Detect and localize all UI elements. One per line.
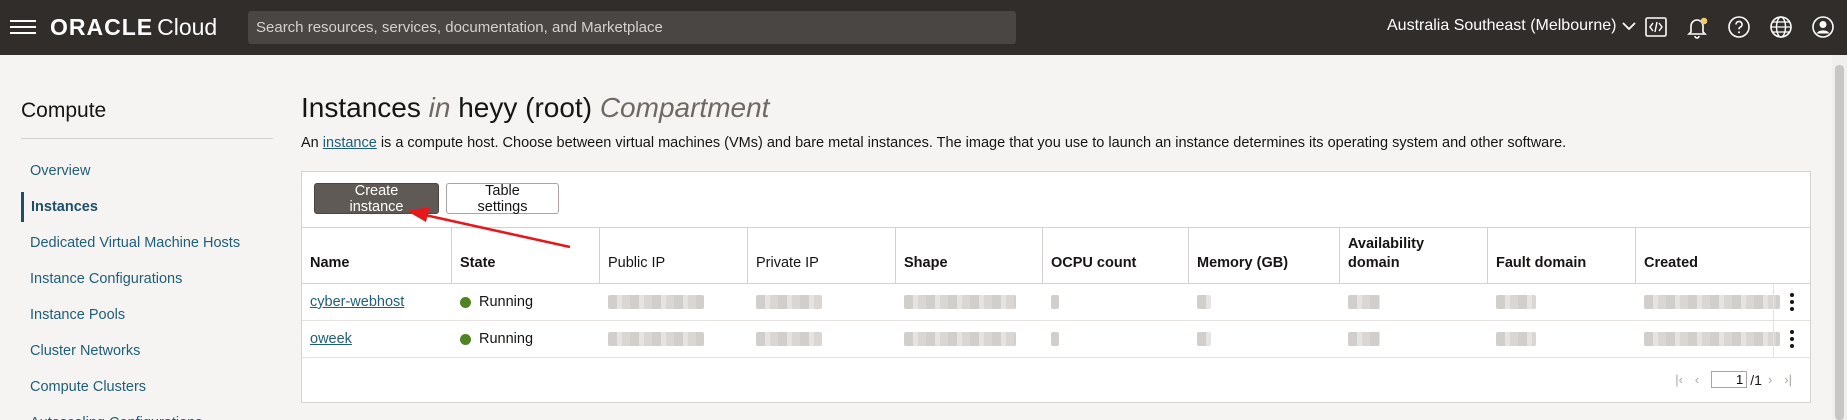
first-page-icon[interactable]: |‹	[1675, 372, 1683, 387]
redacted-private-ip	[756, 295, 822, 309]
sidebar-item-instance-pools[interactable]: Instance Pools	[21, 300, 273, 330]
logo-product: Cloud	[157, 14, 218, 40]
instances-table-panel: Create instance Table settings Name Stat…	[301, 171, 1811, 403]
col-ocpu-count[interactable]: OCPU count	[1043, 228, 1189, 284]
col-memory[interactable]: Memory (GB)	[1189, 228, 1340, 284]
last-page-icon[interactable]: ›|	[1784, 372, 1792, 387]
instance-name-cell: oweek	[302, 321, 452, 357]
col-fault-domain[interactable]: Fault domain	[1488, 228, 1636, 284]
title-in: in	[428, 92, 451, 123]
row-actions-menu-icon[interactable]	[1773, 321, 1810, 357]
menu-icon[interactable]	[10, 16, 36, 38]
col-shape[interactable]: Shape	[896, 228, 1043, 284]
sidebar-item-overview[interactable]: Overview	[21, 156, 273, 186]
help-icon[interactable]	[1725, 13, 1753, 41]
desc-suffix: is a compute host. Choose between virtua…	[380, 135, 1567, 151]
table-row: cyber-webhost Running	[302, 284, 1810, 321]
title-compartment: Compartment	[599, 92, 770, 123]
sidebar-item-autoscaling-configurations[interactable]: Autoscaling Configurations	[21, 408, 273, 420]
oracle-cloud-logo[interactable]: ORACLE Cloud	[50, 14, 217, 41]
sidebar-item-instance-configurations[interactable]: Instance Configurations	[21, 264, 273, 294]
page-description: An instance is a compute host. Choose be…	[301, 135, 1566, 151]
instance-doc-link[interactable]: instance	[323, 135, 377, 151]
redacted-ad	[1348, 295, 1380, 309]
desc-prefix: An	[301, 135, 319, 151]
table-row: oweek Running	[302, 321, 1810, 358]
redacted-ad	[1348, 332, 1380, 346]
running-status-icon	[460, 296, 471, 308]
page-number-input[interactable]	[1711, 371, 1748, 388]
redacted-public-ip	[608, 295, 704, 309]
create-instance-button[interactable]: Create instance	[314, 183, 439, 215]
instance-link-cyber-webhost[interactable]: cyber-webhost	[310, 294, 404, 310]
redacted-created	[1644, 332, 1780, 346]
pagination: |‹ ‹ /1 › ›|	[1669, 371, 1798, 388]
chevron-down-icon	[1622, 22, 1637, 31]
language-globe-icon[interactable]	[1767, 13, 1795, 41]
col-name[interactable]: Name	[302, 228, 452, 284]
col-created[interactable]: Created	[1636, 228, 1810, 284]
redacted-created	[1644, 295, 1780, 309]
user-profile-icon[interactable]	[1809, 13, 1837, 41]
instance-name-cell: cyber-webhost	[302, 284, 452, 320]
redacted-public-ip	[608, 332, 704, 346]
sidebar-divider	[21, 138, 273, 139]
col-public-ip: Public IP	[600, 228, 748, 284]
col-ad-line2: domain	[1348, 255, 1400, 272]
table-settings-button[interactable]: Table settings	[446, 183, 559, 215]
state-label: Running	[479, 294, 534, 310]
state-cell: Running	[452, 321, 600, 357]
sidebar-item-dedicated-vm-hosts[interactable]: Dedicated Virtual Machine Hosts	[21, 228, 273, 258]
notifications-bell-icon[interactable]	[1683, 13, 1711, 41]
page-scrollbar[interactable]	[1832, 55, 1847, 420]
redacted-shape	[904, 295, 1016, 309]
region-label: Australia Southeast (Melbourne)	[1387, 17, 1617, 34]
col-private-ip: Private IP	[748, 228, 896, 284]
redacted-memory	[1197, 295, 1211, 309]
next-page-icon[interactable]: ›	[1768, 372, 1772, 387]
running-status-icon	[460, 333, 471, 345]
state-cell: Running	[452, 284, 600, 320]
row-actions-menu-icon[interactable]	[1773, 284, 1810, 320]
region-selector[interactable]: Australia Southeast (Melbourne)	[1387, 17, 1637, 35]
title-instances: Instances	[301, 92, 421, 123]
code-editor-icon[interactable]	[1642, 13, 1670, 41]
page-total: /1	[1750, 371, 1762, 388]
col-ad-line1: Availability	[1348, 235, 1425, 252]
logo-brand: ORACLE	[50, 14, 154, 40]
page-title: Instances in heyy (root) Compartment	[301, 92, 769, 124]
top-bar: ORACLECloud Australia Southeast (Melbour…	[0, 0, 1847, 55]
prev-page-icon[interactable]: ‹	[1695, 372, 1699, 387]
scrollbar-thumb[interactable]	[1835, 65, 1844, 420]
redacted-ocpu	[1051, 295, 1059, 309]
search-input[interactable]	[248, 11, 1016, 44]
sidebar-heading: Compute	[21, 99, 107, 122]
table-header: Name State Public IP Private IP Shape OC…	[302, 227, 1810, 284]
sidebar-item-compute-clusters[interactable]: Compute Clusters	[21, 372, 273, 402]
redacted-fault-domain	[1496, 295, 1536, 309]
redacted-memory	[1197, 332, 1211, 346]
col-availability-domain[interactable]: Availability domain	[1340, 228, 1488, 284]
title-compartment-name: heyy (root)	[458, 92, 593, 123]
instance-link-oweek[interactable]: oweek	[310, 331, 352, 347]
sidebar-item-cluster-networks[interactable]: Cluster Networks	[21, 336, 273, 366]
col-state[interactable]: State	[452, 228, 600, 284]
redacted-shape	[904, 332, 1016, 346]
redacted-fault-domain	[1496, 332, 1536, 346]
compute-sidebar: Compute Overview Instances Dedicated Vir…	[0, 55, 290, 420]
sidebar-item-instances[interactable]: Instances	[21, 192, 273, 222]
state-label: Running	[479, 331, 534, 347]
redacted-ocpu	[1051, 332, 1059, 346]
redacted-private-ip	[756, 332, 822, 346]
